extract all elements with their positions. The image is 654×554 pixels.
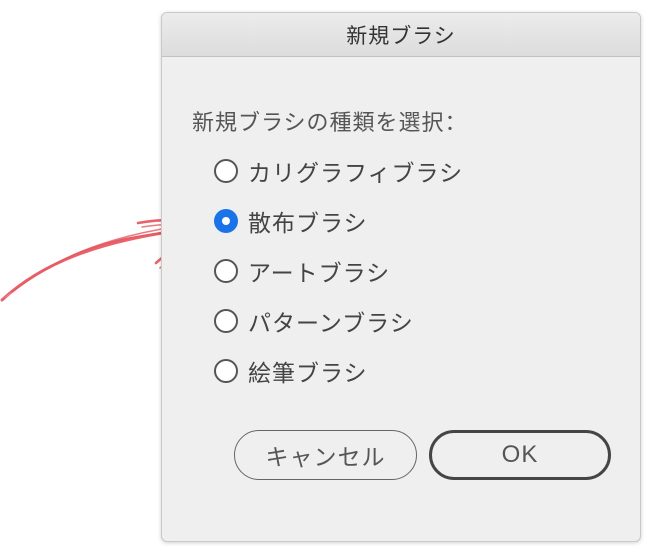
option-label: カリグラフィブラシ <box>248 161 464 187</box>
option-label: アートブラシ <box>248 261 391 287</box>
radio-unchecked-icon[interactable] <box>214 259 238 283</box>
option-label: パターンブラシ <box>248 311 414 337</box>
option-art-brush[interactable]: アートブラシ <box>214 256 391 287</box>
option-label: 散布ブラシ <box>248 211 368 237</box>
option-calligraphic-brush[interactable]: カリグラフィブラシ <box>214 156 464 187</box>
ok-button[interactable]: OK <box>429 430 611 480</box>
dialog-titlebar: 新規ブラシ <box>162 13 640 57</box>
radio-unchecked-icon[interactable] <box>214 159 238 183</box>
option-bristle-brush[interactable]: 絵筆ブラシ <box>214 356 368 387</box>
screenshot-stage: 新規ブラシ 新規ブラシの種類を選択： カリグラフィブラシ 散布ブラシ アートブラ… <box>0 0 654 554</box>
radio-unchecked-icon[interactable] <box>214 309 238 333</box>
dialog-title: 新規ブラシ <box>346 23 456 48</box>
radio-checked-icon[interactable] <box>214 209 238 233</box>
cancel-button[interactable]: キャンセル <box>234 430 417 480</box>
option-pattern-brush[interactable]: パターンブラシ <box>214 306 414 337</box>
option-label: 絵筆ブラシ <box>248 361 368 387</box>
option-scatter-brush[interactable]: 散布ブラシ <box>214 206 368 237</box>
new-brush-dialog: 新規ブラシ 新規ブラシの種類を選択： カリグラフィブラシ 散布ブラシ アートブラ… <box>161 12 641 542</box>
brush-type-prompt: 新規ブラシの種類を選択： <box>192 111 468 136</box>
radio-unchecked-icon[interactable] <box>214 359 238 383</box>
